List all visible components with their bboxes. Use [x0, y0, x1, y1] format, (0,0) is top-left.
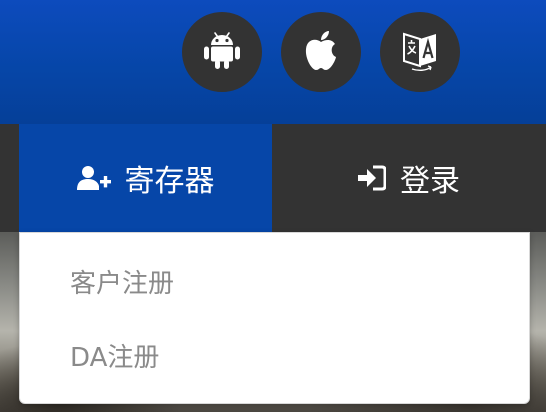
apple-app-button[interactable]	[281, 12, 361, 92]
login-button[interactable]: 登录	[272, 124, 546, 232]
app-header	[0, 0, 546, 124]
sign-in-icon	[358, 165, 386, 191]
register-menu-button[interactable]: 寄存器	[19, 124, 272, 232]
android-app-button[interactable]	[182, 12, 262, 92]
da-registration-item[interactable]: DA注册	[70, 337, 159, 374]
translate-icon	[398, 28, 442, 76]
main-nav: 寄存器 登录	[0, 124, 546, 232]
user-plus-icon	[76, 165, 111, 191]
register-dropdown-menu: 客户注册 DA注册	[19, 232, 530, 404]
customer-registration-item[interactable]: 客户注册	[70, 263, 174, 300]
android-icon	[202, 29, 242, 75]
login-label: 登录	[400, 164, 460, 199]
language-button[interactable]	[380, 12, 460, 92]
register-label: 寄存器	[124, 164, 215, 199]
apple-icon	[302, 28, 340, 76]
